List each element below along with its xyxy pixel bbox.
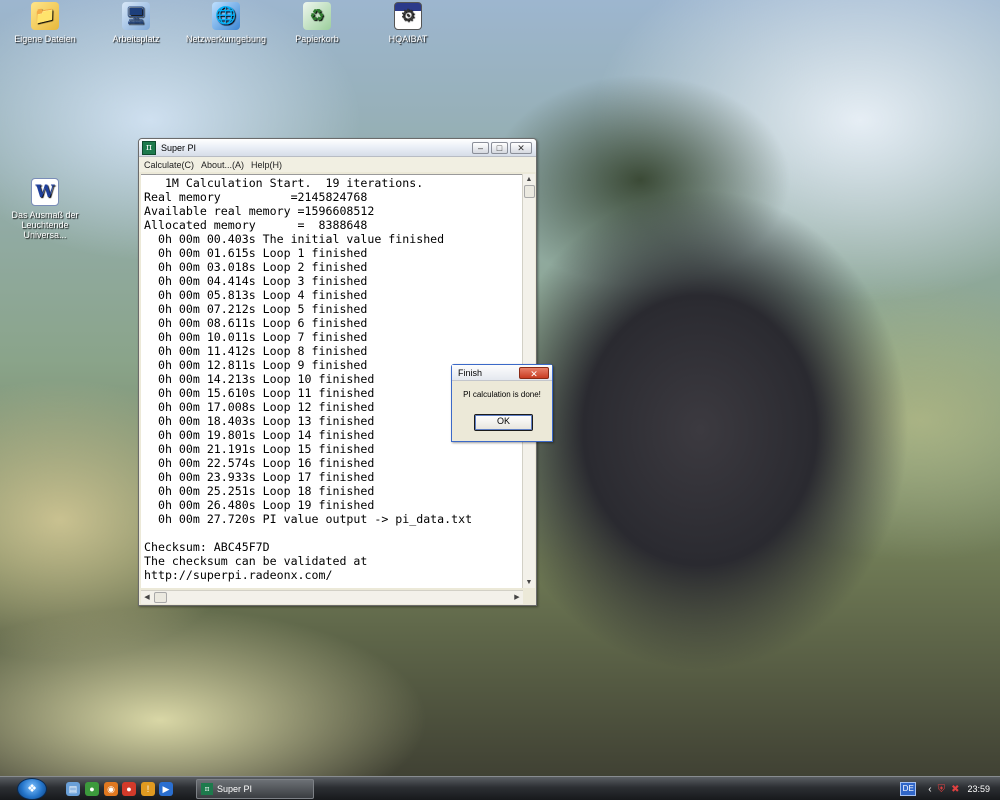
console-line: 0h 00m 08.611s Loop 6 finished [144, 316, 368, 330]
horizontal-scroll-thumb[interactable] [154, 592, 167, 603]
scroll-left-arrow-icon[interactable]: ◀ [141, 591, 153, 604]
superpi-task-icon: π [201, 783, 213, 795]
menu-help[interactable]: Help(H) [251, 160, 282, 170]
console-line: 0h 00m 10.011s Loop 7 finished [144, 330, 368, 344]
scroll-up-arrow-icon[interactable]: ▲ [523, 174, 535, 185]
quicklaunch-explorer-icon[interactable]: ▤ [66, 782, 80, 796]
quicklaunch-app-icon[interactable]: ● [85, 782, 99, 796]
minimize-button[interactable]: – [472, 141, 489, 154]
computer-icon: 🖥 [122, 2, 150, 30]
console-line: 0h 00m 23.933s Loop 17 finished [144, 470, 375, 484]
volume-muted-icon[interactable]: ✖ [951, 784, 959, 795]
desktop-icon-arbeitsplatz[interactable]: 🖥 Arbeitsplatz [91, 2, 181, 44]
dialog-close-button[interactable]: ✕ [519, 366, 549, 379]
console-line: 0h 00m 26.480s Loop 19 finished [144, 498, 375, 512]
taskbar: ❖ ▤ ● ◉ ● ! ▶ π Super PI DE ‹ ⛨ ✖ 23:59 [0, 776, 1000, 800]
console-line: 0h 00m 04.414s Loop 3 finished [144, 274, 368, 288]
horizontal-scrollbar[interactable]: ◀ ▶ [141, 590, 523, 604]
scroll-down-arrow-icon[interactable]: ▼ [523, 577, 535, 588]
desktop-icon-label: Das Ausmaß der Leuchtende Universa... [11, 210, 79, 240]
console-line: 0h 00m 05.813s Loop 4 finished [144, 288, 368, 302]
desktop-icon-hqaibat[interactable]: ⚙ HQAIBAT [363, 2, 453, 44]
quicklaunch-firefox-icon[interactable]: ◉ [104, 782, 118, 796]
console-line: 0h 00m 03.018s Loop 2 finished [144, 260, 368, 274]
ok-button[interactable]: OK [474, 414, 533, 431]
console-line: Checksum: ABC45F7D [144, 540, 270, 554]
vertical-scroll-thumb[interactable] [523, 185, 535, 198]
superpi-titlebar[interactable]: π Super PI – □ ✕ [139, 139, 536, 157]
start-button[interactable]: ❖ [17, 778, 47, 800]
desktop-icon-label: Arbeitsplatz [112, 34, 160, 44]
quicklaunch-media-icon[interactable]: ▶ [159, 782, 173, 796]
maximize-button[interactable]: □ [491, 141, 508, 154]
window-title: Super PI [161, 142, 197, 153]
menu-bar: Calculate(C) About...(A) Help(H) [139, 157, 536, 172]
close-button[interactable]: ✕ [510, 141, 532, 154]
desktop-icon-word-document[interactable]: W Das Ausmaß der Leuchtende Universa... [0, 178, 90, 240]
security-shield-icon[interactable]: ⛨ [938, 784, 946, 795]
tray-expand-icon[interactable]: ‹ [928, 784, 931, 795]
quicklaunch-opera-icon[interactable]: ● [122, 782, 136, 796]
batch-file-icon: ⚙ [394, 2, 422, 30]
console-line: 0h 00m 07.212s Loop 5 finished [144, 302, 368, 316]
console-line: 0h 00m 25.251s Loop 18 finished [144, 484, 375, 498]
finish-dialog: Finish ✕ PI calculation is done! OK [451, 364, 553, 442]
console-line: The checksum can be validated at [144, 554, 368, 568]
console-line: 0h 00m 00.403s The initial value finishe… [144, 232, 445, 246]
desktop-icon-papierkorb[interactable]: ♻ Papierkorb [272, 2, 362, 44]
taskbar-item-superpi[interactable]: π Super PI [196, 779, 314, 799]
system-tray: DE ‹ ⛨ ✖ 23:59 [900, 777, 1000, 800]
console-line: Available real memory =1596608512 [144, 204, 375, 218]
dialog-title: Finish [458, 367, 483, 378]
network-icon: 🌐 [212, 2, 240, 30]
scroll-right-arrow-icon[interactable]: ▶ [511, 591, 523, 604]
console-line: 0h 00m 27.720s PI value output -> pi_dat… [144, 512, 473, 526]
desktop-icon-label: Netzwerkumgebung [185, 34, 267, 44]
console-line: Real memory =2145824768 [144, 190, 368, 204]
desktop-icon-label: HQAIBAT [388, 34, 428, 44]
console-line: http://superpi.radeonx.com/ [144, 568, 333, 582]
quicklaunch-warning-icon[interactable]: ! [141, 782, 155, 796]
superpi-app-icon: π [142, 140, 156, 155]
recycle-bin-icon: ♻ [303, 2, 331, 30]
desktop-icon-label: Papierkorb [295, 34, 339, 44]
word-document-icon: W [31, 178, 59, 206]
console-line: Allocated memory = 8388648 [144, 218, 368, 232]
language-indicator[interactable]: DE [900, 782, 917, 796]
dialog-titlebar[interactable]: Finish ✕ [452, 365, 552, 381]
console-line: 0h 00m 11.412s Loop 8 finished [144, 344, 368, 358]
dialog-message: PI calculation is done! [463, 390, 541, 399]
menu-about[interactable]: About...(A) [201, 160, 244, 170]
console-line: 1M Calculation Start. 19 iterations. [144, 176, 424, 190]
taskbar-item-label: Super PI [217, 784, 253, 794]
console-line: 0h 00m 22.574s Loop 16 finished [144, 456, 375, 470]
desktop-icon-label: Eigene Dateien [14, 34, 76, 44]
menu-calculate[interactable]: Calculate(C) [144, 160, 194, 170]
desktop-icon-netzwerkumgebung[interactable]: 🌐 Netzwerkumgebung [181, 2, 271, 44]
desktop-icon-eigene-dateien[interactable]: 📁 Eigene Dateien [0, 2, 90, 44]
folder-icon: 📁 [31, 2, 59, 30]
console-line: 0h 00m 01.615s Loop 1 finished [144, 246, 368, 260]
clock[interactable]: 23:59 [967, 784, 990, 794]
console-line: 0h 00m 21.191s Loop 15 finished [144, 442, 375, 456]
